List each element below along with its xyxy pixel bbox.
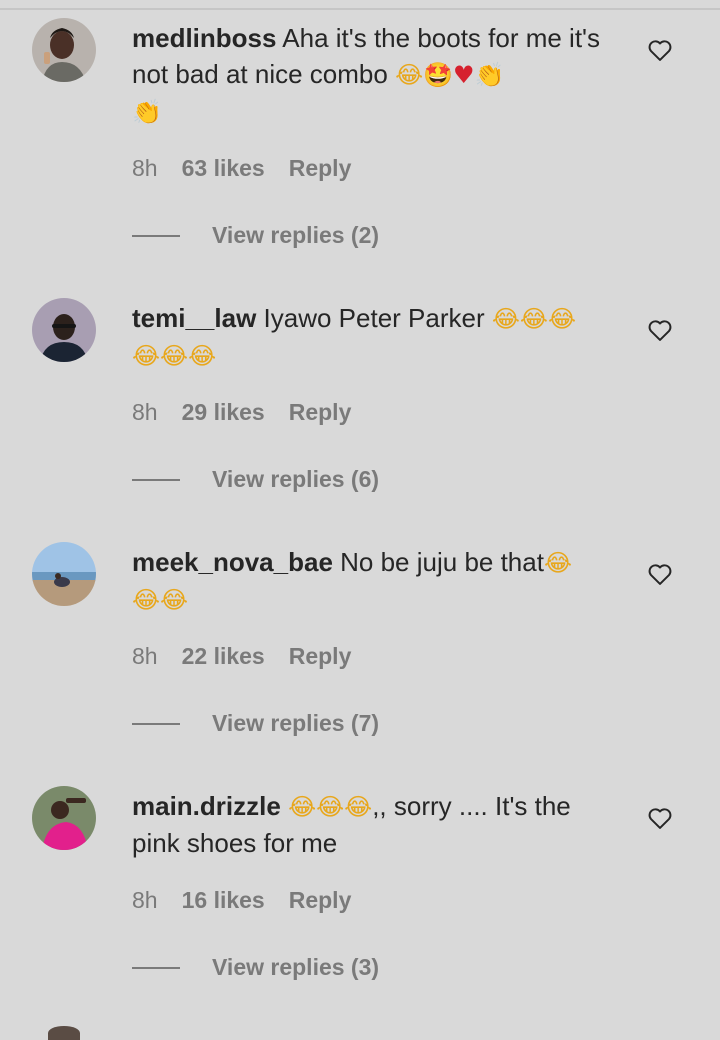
view-replies-label: View replies (6) [212,466,380,492]
reply-button[interactable]: Reply [289,643,352,670]
avatar[interactable] [32,786,96,850]
view-replies-button[interactable]: View replies (3) [132,954,379,981]
comment-body: Iyawo Peter Parker [263,303,485,333]
laughing-emoji: 😂 [160,342,189,370]
view-replies-button[interactable]: View replies (6) [132,466,379,493]
heart-outline-icon[interactable] [646,36,674,64]
comment-item: temi__law Iyawo Peter Parker 😂😂😂 😂😂😂 8h … [0,298,720,542]
avatar[interactable] [32,542,96,606]
avatar[interactable] [48,1026,80,1040]
comment-item: meek_nova_bae No be juju be that😂 😂😂 8h … [0,542,720,786]
laughing-emoji: 😂 [543,549,572,577]
comment-time: 8h [132,399,158,425]
comment-username[interactable]: medlinboss [132,23,276,53]
like-count[interactable]: 16 likes [182,887,265,914]
comment-item: medlinboss Aha it's the boots for me it'… [0,18,720,262]
laughing-emoji: 😂 [188,342,217,370]
heart-outline-icon[interactable] [646,316,674,344]
comment-body: No be juju be that [340,547,544,577]
clapping-hands-emoji: 👏 [132,98,162,126]
laughing-emoji: 😂 [160,586,189,614]
replies-dash [132,966,180,969]
view-replies-label: View replies (3) [212,954,380,980]
reply-button[interactable]: Reply [289,887,352,914]
replies-dash [132,722,180,725]
comment-meta: 8h 63 likes Reply [132,155,351,182]
comment-meta: 8h 29 likes Reply [132,399,351,426]
laughing-emoji: 😂 [288,793,317,821]
laughing-emoji: 😂 [132,586,161,614]
top-divider [0,0,720,10]
laughing-emoji: 😂 [344,793,373,821]
comment-time: 8h [132,887,158,913]
laughing-emoji: 😂 [316,793,345,821]
like-count[interactable]: 22 likes [182,643,265,670]
comment-meta: 8h 16 likes Reply [132,887,351,914]
laughing-emoji: 😂 [547,305,576,333]
view-replies-label: View replies (7) [212,710,380,736]
like-count[interactable]: 29 likes [182,399,265,426]
avatar[interactable] [32,298,96,362]
star-struck-emoji: 🤩 [423,61,454,89]
laughing-emoji: 😂 [395,61,424,89]
comment-time: 8h [132,155,158,181]
replies-dash [132,234,180,237]
comment-text: meek_nova_bae No be juju be that😂 😂😂 [132,544,612,618]
comment-username[interactable]: temi__law [132,303,256,333]
comment-text: temi__law Iyawo Peter Parker 😂😂😂 😂😂😂 [132,300,612,374]
comment-text: medlinboss Aha it's the boots for me it'… [132,20,612,130]
heart-outline-icon[interactable] [646,560,674,588]
comment-meta: 8h 22 likes Reply [132,643,351,670]
laughing-emoji: 😂 [519,305,548,333]
laughing-emoji: 😂 [132,342,161,370]
heart-outline-icon[interactable] [646,804,674,832]
avatar[interactable] [32,18,96,82]
replies-dash [132,478,180,481]
red-heart-emoji: ♥ [453,61,475,89]
view-replies-button[interactable]: View replies (7) [132,710,379,737]
clapping-hands-emoji: 👏 [474,61,505,89]
comment-username[interactable]: meek_nova_bae [132,547,333,577]
view-replies-label: View replies (2) [212,222,380,248]
reply-button[interactable]: Reply [289,155,352,182]
comment-text: main.drizzle 😂😂😂,, sorry .... It's the p… [132,788,612,861]
reply-button[interactable]: Reply [289,399,352,426]
like-count[interactable]: 63 likes [182,155,265,182]
view-replies-button[interactable]: View replies (2) [132,222,379,249]
comment-item: main.drizzle 😂😂😂,, sorry .... It's the p… [0,786,720,1030]
laughing-emoji: 😂 [491,305,520,333]
comment-username[interactable]: main.drizzle [132,791,281,821]
comment-time: 8h [132,643,158,669]
